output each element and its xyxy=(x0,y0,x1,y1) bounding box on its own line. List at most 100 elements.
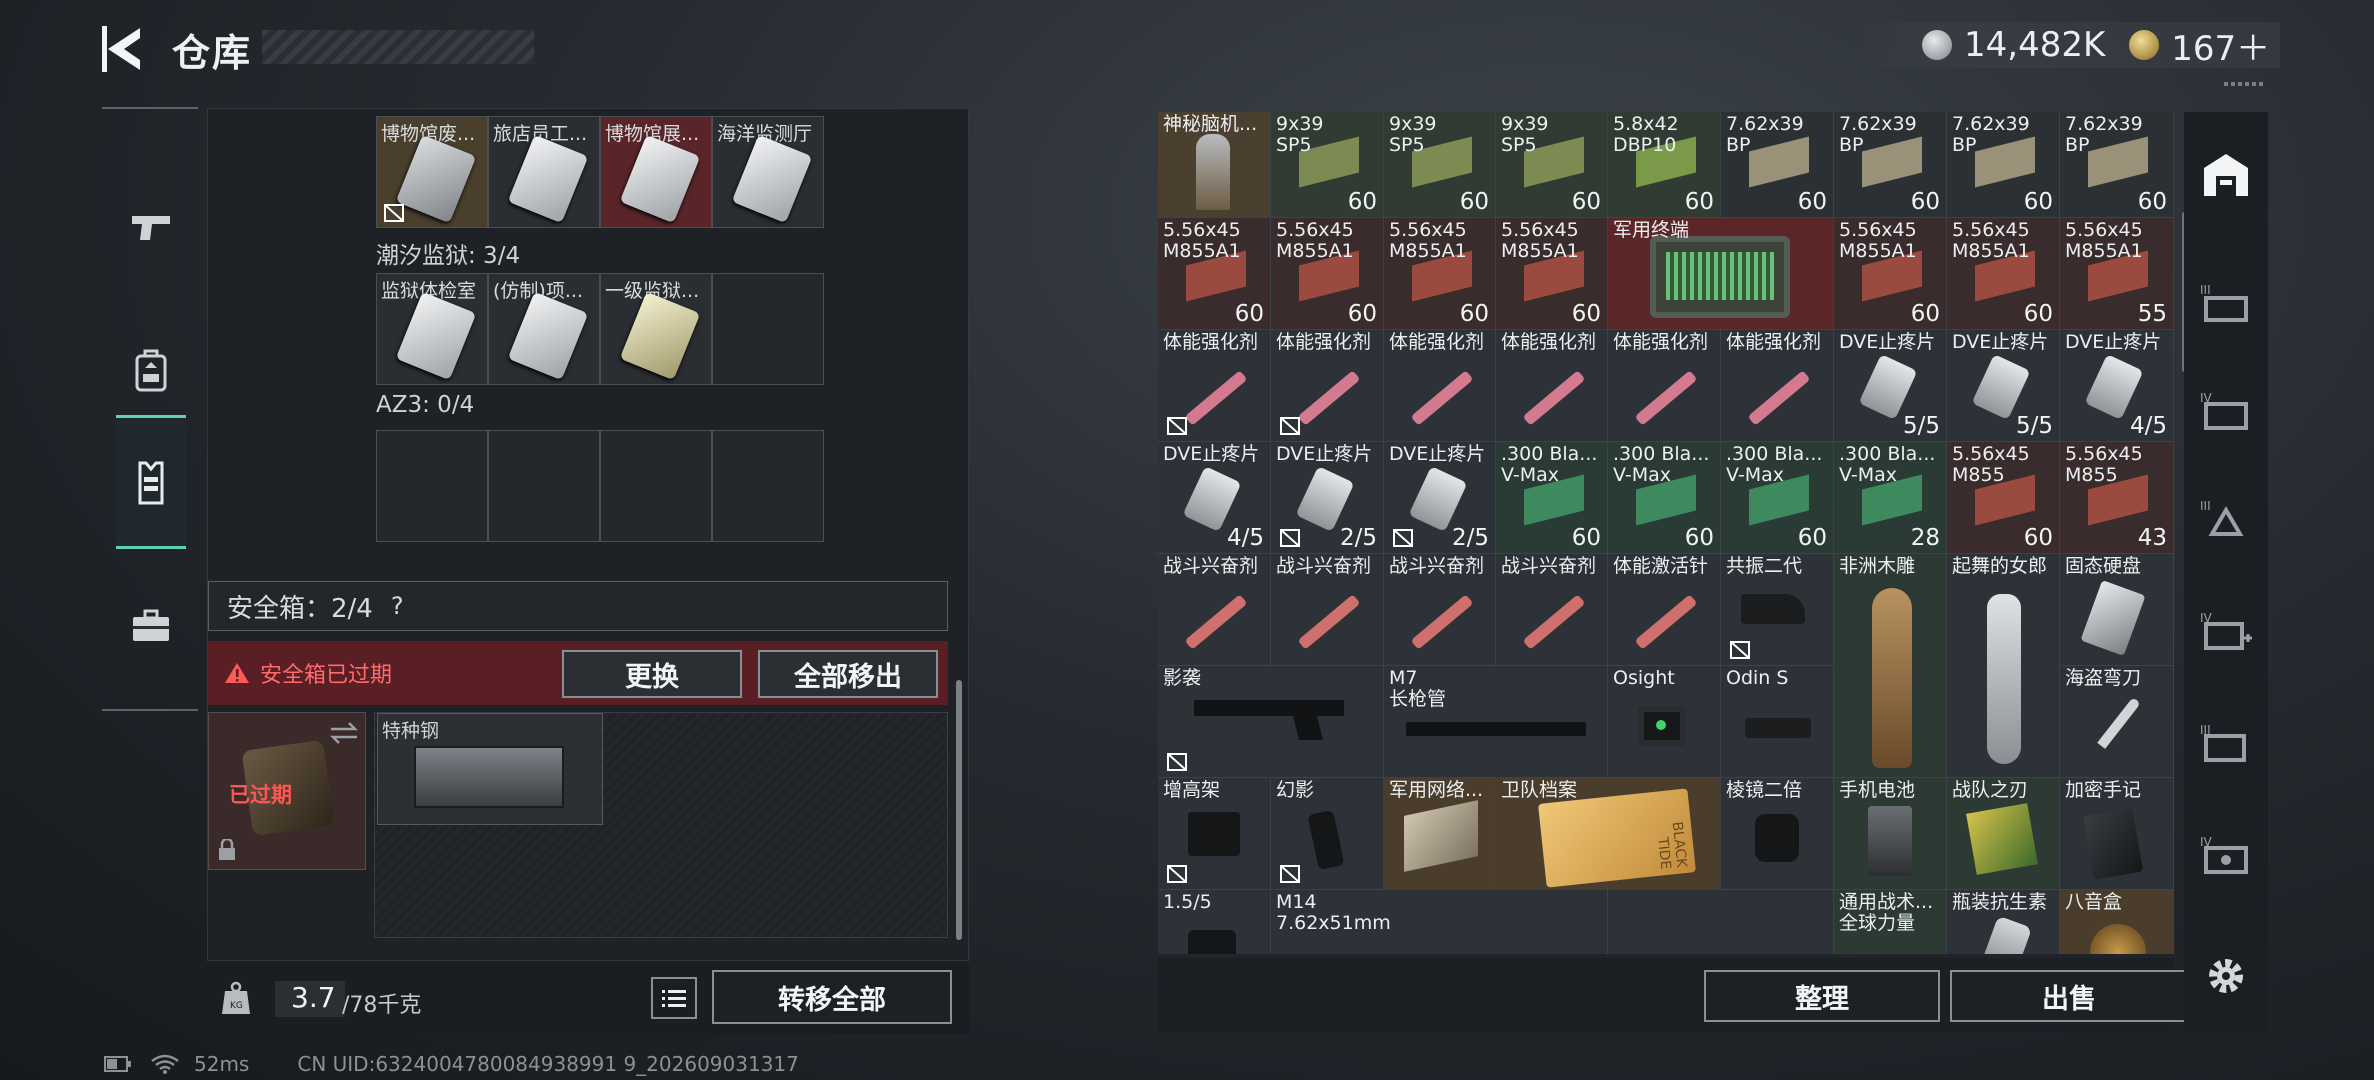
grid-item[interactable]: 海盗弯刀 xyxy=(2060,666,2174,778)
grid-item[interactable]: Osight xyxy=(1608,666,1721,778)
grid-item[interactable]: 5.56x45 M855A1 60 xyxy=(1496,218,1608,330)
grid-item[interactable]: 5.56x45 M855A1 60 xyxy=(1384,218,1496,330)
grid-item[interactable]: 战斗兴奋剂 xyxy=(1271,554,1384,666)
grid-item[interactable]: .300 Bla... V-Max 28 xyxy=(1834,442,1947,554)
grid-item[interactable]: 共振二代 xyxy=(1721,554,1834,666)
grid-item[interactable]: 手机电池 xyxy=(1834,778,1947,890)
grid-item[interactable]: 体能强化剂 xyxy=(1608,330,1721,442)
keycard-slot[interactable]: 博物馆展... xyxy=(600,116,712,228)
grid-item[interactable]: 5.8x42 DBP10 60 xyxy=(1608,112,1721,218)
grid-item[interactable]: 7.62x39 BP 60 xyxy=(1721,112,1834,218)
grid-item[interactable]: 军用网络... xyxy=(1384,778,1496,890)
grid-item[interactable]: 5.56x45 M855A1 60 xyxy=(1158,218,1271,330)
grid-item[interactable]: 八音盒 xyxy=(2060,890,2174,954)
keycard-slot[interactable]: 博物馆废... xyxy=(376,116,488,228)
grid-item[interactable]: 体能强化剂 xyxy=(1721,330,1834,442)
list-view-button[interactable] xyxy=(651,977,697,1019)
ping-text: 52ms xyxy=(194,1052,250,1076)
grid-item[interactable]: 棱镜二倍 xyxy=(1721,778,1834,890)
warehouse-tab-3[interactable]: III xyxy=(2196,272,2256,332)
special-steel-item[interactable]: 特种钢 xyxy=(377,713,603,825)
grid-item[interactable]: 7.62x39 BP 60 xyxy=(1947,112,2060,218)
grid-item[interactable]: 5.56x45 M855A1 60 xyxy=(1834,218,1947,330)
grid-item[interactable]: 体能激活针 xyxy=(1608,554,1721,666)
warehouse-tab-4[interactable]: IV xyxy=(2196,380,2256,440)
grid-item-dancer[interactable]: 起舞的女郎 xyxy=(1947,554,2060,778)
grid-item[interactable]: 5.56x45 M855A1 60 xyxy=(1947,218,2060,330)
back-arrow-icon[interactable] xyxy=(100,22,150,76)
left-scrollbar[interactable] xyxy=(956,680,962,940)
grid-item[interactable]: 5.56x45 M855 43 xyxy=(2060,442,2174,554)
grid-item[interactable]: 战斗兴奋剂 xyxy=(1384,554,1496,666)
grid-item[interactable]: 影袭 xyxy=(1158,666,1384,778)
keycard-slot[interactable]: 一级监狱... xyxy=(600,273,712,385)
grid-item[interactable]: M14 7.62x51mm xyxy=(1271,890,1608,954)
settings-button[interactable] xyxy=(2196,946,2256,1006)
empty-slot[interactable] xyxy=(488,430,600,542)
grid-item[interactable]: 战队之刃 xyxy=(1947,778,2060,890)
grid-item-terminal[interactable]: 军用终端 xyxy=(1608,218,1834,330)
keycard-slot[interactable]: 旅店员工... xyxy=(488,116,600,228)
safebox-slot[interactable]: 已过期 xyxy=(208,712,366,870)
grid-item[interactable]: 体能强化剂 xyxy=(1384,330,1496,442)
grid-item[interactable]: DVE止疼片 4/5 xyxy=(1158,442,1271,554)
grid-item[interactable]: DVE止疼片 2/5 xyxy=(1271,442,1384,554)
sell-button[interactable]: 出售 xyxy=(1950,970,2188,1022)
grid-item[interactable]: 5.56x45 M855 60 xyxy=(1947,442,2060,554)
warehouse-tab-6[interactable]: IV xyxy=(2196,600,2256,660)
grid-item[interactable]: M7 长枪管 xyxy=(1384,666,1608,778)
grid-item[interactable]: 增高架 xyxy=(1158,778,1271,890)
swap-icon[interactable] xyxy=(329,721,359,745)
warehouse-tab-7[interactable]: III xyxy=(2196,712,2256,772)
grid-item-african-carving[interactable]: 非洲木雕 xyxy=(1834,554,1947,778)
keycard-slot[interactable]: 监狱体检室 xyxy=(376,273,488,385)
grid-item[interactable]: 幻影 xyxy=(1271,778,1384,890)
empty-slot[interactable] xyxy=(712,430,824,542)
nav-vest[interactable] xyxy=(116,415,186,549)
empty-slot[interactable] xyxy=(600,430,712,542)
nav-weapon[interactable] xyxy=(116,161,186,295)
grid-item[interactable]: Odin S xyxy=(1721,666,1834,778)
empty-slot[interactable] xyxy=(712,273,824,385)
grid-item[interactable]: DVE止疼片 5/5 xyxy=(1834,330,1947,442)
grid-item[interactable]: 9x39 SP5 60 xyxy=(1496,112,1608,218)
keycard-slot[interactable]: (仿制)项... xyxy=(488,273,600,385)
premium-currency-amount[interactable]: 167＋ xyxy=(2171,21,2270,70)
help-icon[interactable]: ? xyxy=(391,592,404,620)
grid-item[interactable]: 7.62x39 BP 60 xyxy=(1834,112,1947,218)
warehouse-tab-8[interactable]: IV xyxy=(2196,824,2256,884)
transfer-all-button[interactable]: 转移全部 xyxy=(712,970,952,1024)
grid-item[interactable]: 5.56x45 M855A1 55 xyxy=(2060,218,2174,330)
grid-item[interactable]: 9x39 SP5 60 xyxy=(1384,112,1496,218)
grid-item[interactable]: 体能强化剂 xyxy=(1158,330,1271,442)
warehouse-tab-1[interactable] xyxy=(2196,144,2256,204)
grid-item[interactable]: 瓶装抗生素 xyxy=(1947,890,2060,954)
grid-item[interactable]: DVE止疼片 4/5 xyxy=(2060,330,2174,442)
grid-item[interactable]: 5.56x45 M855A1 60 xyxy=(1271,218,1384,330)
sort-button[interactable]: 整理 xyxy=(1704,970,1940,1022)
grid-item[interactable]: 加密手记 xyxy=(2060,778,2174,890)
grid-item[interactable]: 1.5/5 xyxy=(1158,890,1271,954)
replace-button[interactable]: 更换 xyxy=(562,650,742,698)
grid-item[interactable]: 固态硬盘 xyxy=(2060,554,2174,666)
warehouse-tab-5[interactable]: III xyxy=(2196,488,2256,548)
battery-icon xyxy=(104,1056,131,1072)
grid-item[interactable]: 神秘脑机... xyxy=(1158,112,1271,218)
grid-item[interactable]: 体能强化剂 xyxy=(1496,330,1608,442)
grid-item[interactable]: .300 Bla... V-Max 60 xyxy=(1608,442,1721,554)
grid-item[interactable]: .300 Bla... V-Max 60 xyxy=(1721,442,1834,554)
nav-case[interactable] xyxy=(116,559,186,693)
grid-item[interactable]: 9x39 SP5 60 xyxy=(1271,112,1384,218)
grid-item[interactable]: 战斗兴奋剂 xyxy=(1158,554,1271,666)
empty-slot[interactable] xyxy=(376,430,488,542)
grid-item[interactable]: 7.62x39 BP 60 xyxy=(2060,112,2174,218)
grid-item[interactable]: .300 Bla... V-Max 60 xyxy=(1496,442,1608,554)
grid-item[interactable]: 卫队档案 BLACK TIDE xyxy=(1496,778,1721,890)
grid-item[interactable]: 战斗兴奋剂 xyxy=(1496,554,1608,666)
grid-item[interactable]: DVE止疼片 2/5 xyxy=(1384,442,1496,554)
grid-item[interactable]: 通用战术... 全球力量 xyxy=(1834,890,1947,954)
grid-item[interactable]: 体能强化剂 xyxy=(1271,330,1384,442)
keycard-slot[interactable]: 海洋监测厅 xyxy=(712,116,824,228)
grid-item[interactable]: DVE止疼片 5/5 xyxy=(1947,330,2060,442)
remove-all-button[interactable]: 全部移出 xyxy=(758,650,938,698)
